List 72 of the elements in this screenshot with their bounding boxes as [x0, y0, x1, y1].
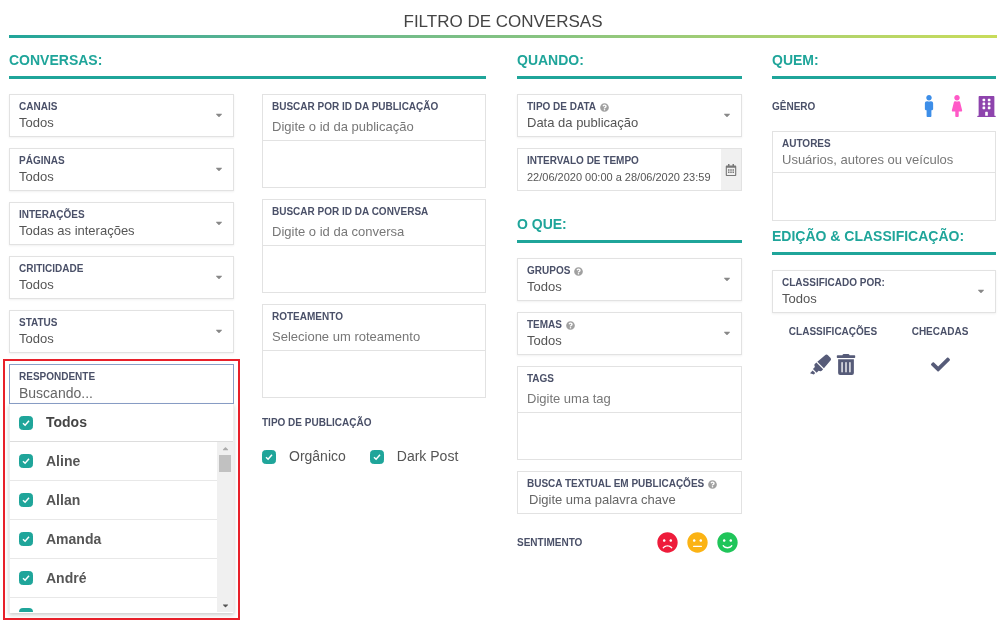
text-input[interactable]: Digite uma palavra chave	[527, 491, 732, 509]
dropdown[interactable]: CANAIS Todos	[9, 94, 234, 137]
female-icon[interactable]	[949, 95, 965, 117]
section-heading: CONVERSAS:	[9, 51, 104, 70]
dropdown[interactable]: TEMAS Todos	[517, 312, 742, 355]
field-label: AUTORES	[782, 137, 832, 151]
search-field[interactable]: BUSCAR POR ID DA PUBLICAÇÃO Digite o id da publicação	[262, 94, 486, 141]
checkbox[interactable]	[19, 415, 33, 430]
checkbox[interactable]	[19, 454, 33, 468]
scroll-up-icon[interactable]	[220, 444, 230, 453]
checkbox[interactable]	[369, 449, 384, 464]
text-input[interactable]: Digite o id da publicação	[272, 117, 476, 137]
field-label: TAGS	[527, 372, 556, 386]
help-icon[interactable]	[574, 266, 584, 276]
dropdown[interactable]: INTERAÇÕES Todas as interações	[9, 202, 234, 245]
field-label: TIPO DE PUBLICAÇÃO	[262, 415, 373, 430]
option-label[interactable]: André	[46, 567, 87, 589]
sad-face-icon[interactable]	[657, 532, 678, 553]
field-label: CLASSIFICAÇÕES	[788, 324, 878, 339]
option-label[interactable]: Allan	[46, 489, 81, 511]
scroll-down-icon[interactable]	[220, 601, 230, 610]
checkbox[interactable]	[19, 532, 33, 546]
dropdown[interactable]: CLASSIFICADO POR: Todos	[772, 270, 996, 313]
field-label: BUSCAR POR ID DA CONVERSA	[272, 205, 430, 219]
help-icon[interactable]	[708, 479, 718, 489]
search-field[interactable]: RESPONDENTE Buscando...	[9, 364, 234, 404]
checkbox[interactable]	[19, 608, 33, 612]
search-field[interactable]: TAGS Digite uma tag	[517, 366, 742, 413]
help-icon[interactable]	[566, 320, 575, 330]
page-title: FILTRO DE CONVERSAS	[403, 11, 603, 33]
search-field[interactable]: BUSCAR POR ID DA CONVERSA Digite o id da conversa	[262, 199, 486, 246]
scrollbar[interactable]	[217, 442, 233, 612]
section-heading: O QUE:	[517, 215, 568, 234]
checkbox[interactable]	[19, 493, 33, 507]
scroll-thumb[interactable]	[219, 455, 231, 472]
neutral-face-icon[interactable]	[687, 532, 708, 553]
field-label: SENTIMENTO	[517, 536, 583, 550]
field-label: ROTEAMENTO	[272, 310, 344, 324]
text-input[interactable]: Usuários, autores ou veículos	[782, 151, 986, 169]
dropdown[interactable]: TIPO DE DATA Data da publicação	[517, 94, 742, 137]
check-icon[interactable]	[929, 355, 951, 374]
checkbox[interactable]	[262, 449, 276, 464]
highlighter-icon[interactable]	[810, 354, 831, 375]
dropdown[interactable]: CRITICIDADE Todos	[9, 256, 234, 299]
section-heading: EDIÇÃO & CLASSIFICAÇÃO:	[772, 227, 966, 246]
help-icon[interactable]	[600, 102, 610, 112]
field-label: BUSCA TEXTUAL EM PUBLICAÇÕES	[527, 477, 705, 491]
smiley-face-icon[interactable]	[717, 532, 738, 553]
option-label[interactable]: Orgânico	[289, 446, 346, 467]
field-label: GÊNERO	[772, 99, 816, 114]
option-label[interactable]: Todos	[46, 412, 87, 433]
field-label: BUSCAR POR ID DA PUBLICAÇÃO	[272, 100, 440, 114]
search-field[interactable]: AUTORES Usuários, autores ou veículos	[772, 131, 996, 173]
option-label[interactable]: Amanda	[46, 528, 102, 550]
field-label: RESPONDENTE	[19, 370, 97, 384]
building-icon[interactable]	[977, 95, 996, 117]
section-heading: QUANDO:	[517, 51, 585, 70]
dropdown[interactable]: STATUS Todos	[9, 310, 234, 353]
field-label: CHECADAS	[911, 325, 969, 339]
text-input[interactable]: Digite o id da conversa	[272, 222, 476, 242]
dropdown[interactable]: PÁGINAS Todos	[9, 148, 234, 191]
text-input[interactable]: Buscando...	[19, 384, 224, 402]
search-field[interactable]: BUSCA TEXTUAL EM PUBLICAÇÕES Digite uma palavra chave	[517, 471, 742, 514]
search-field[interactable]: ROTEAMENTO Selecione um roteamento	[262, 304, 486, 351]
text-input[interactable]: Selecione um roteamento	[272, 327, 476, 347]
text-input[interactable]: Digite uma tag	[527, 389, 732, 409]
trash-icon[interactable]	[836, 354, 856, 375]
checkbox[interactable]	[19, 571, 33, 585]
option-label[interactable]: Aline	[46, 450, 81, 472]
section-heading: QUEM:	[772, 51, 820, 70]
option-label[interactable]: Dark Post	[396, 446, 459, 467]
dropdown[interactable]: GRUPOS Todos	[517, 258, 742, 301]
